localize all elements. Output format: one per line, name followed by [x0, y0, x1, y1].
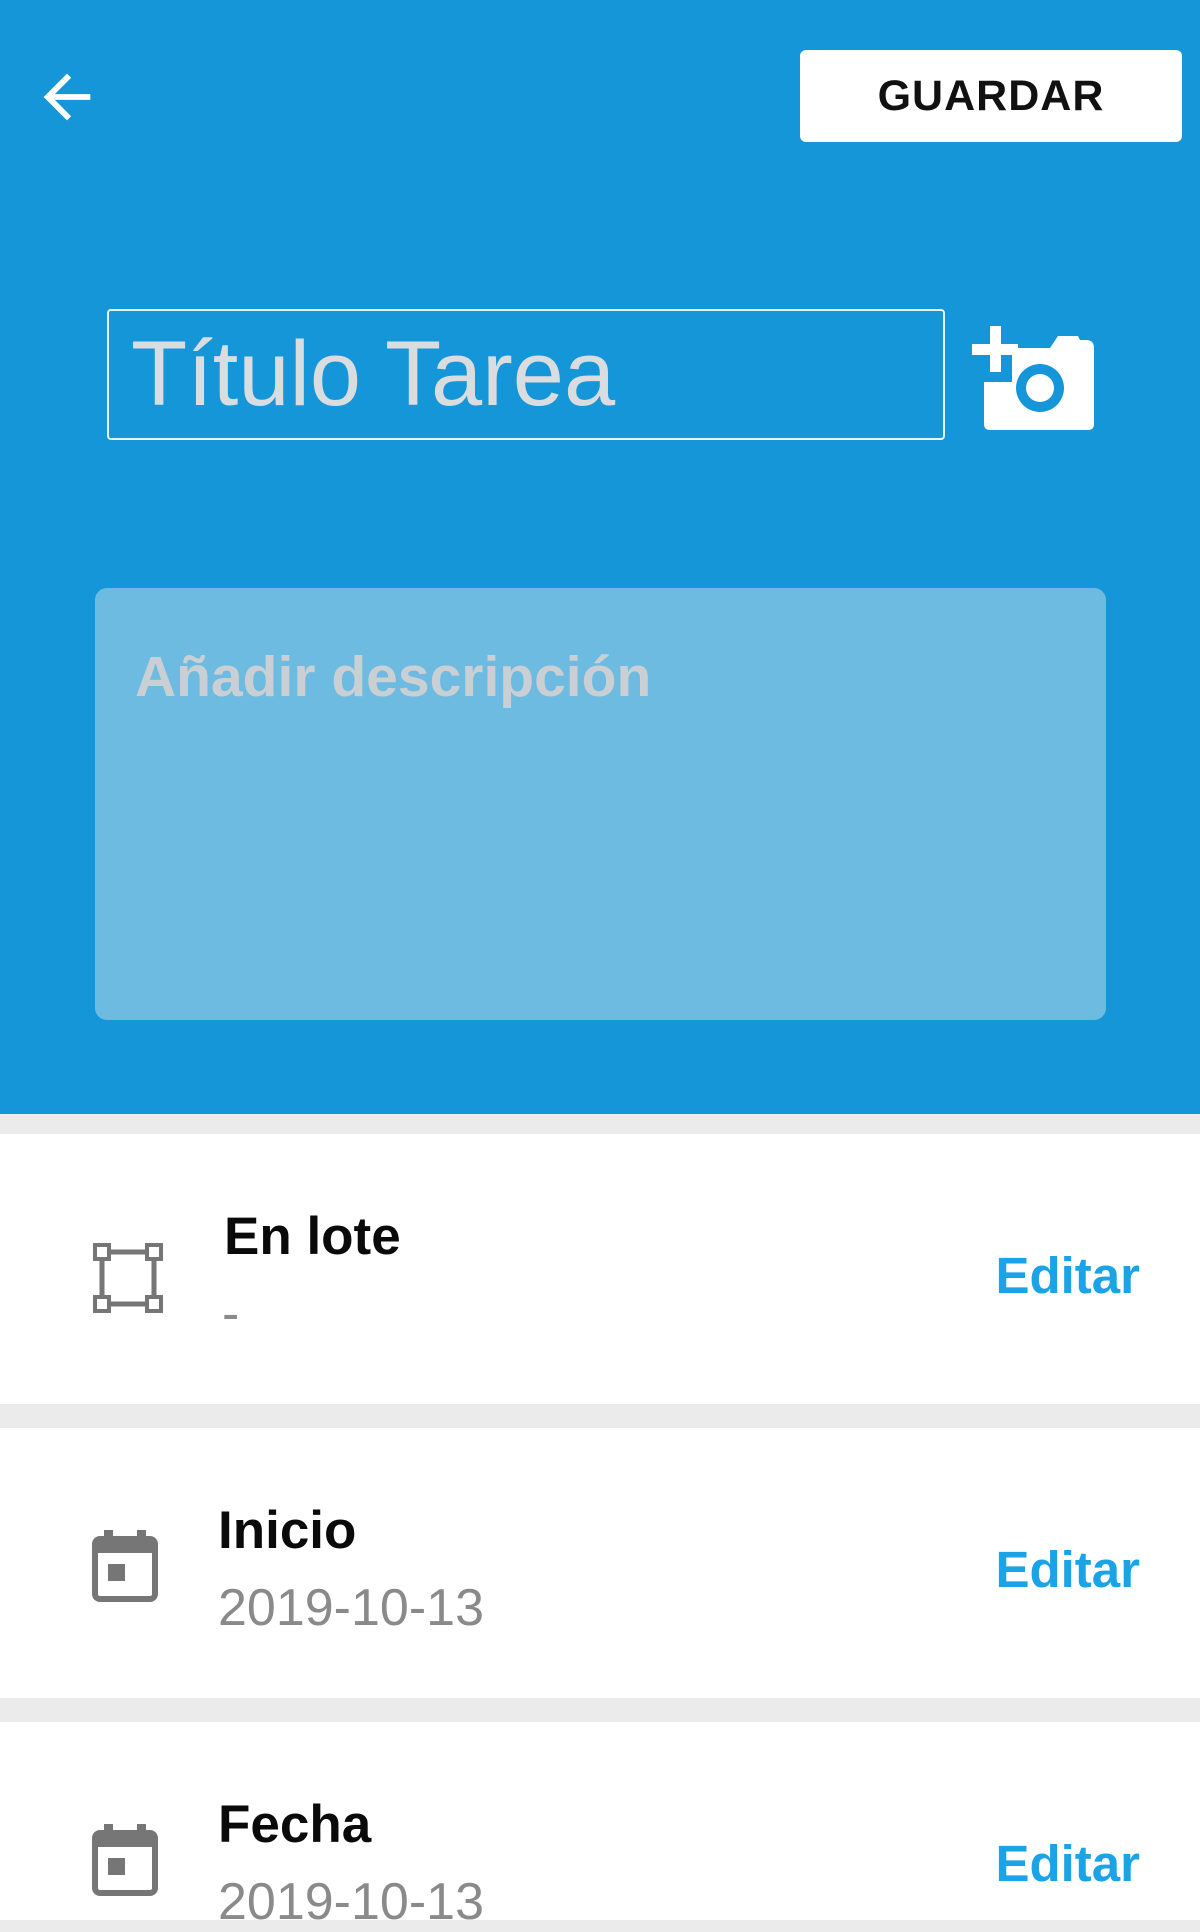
row-value: 2019-10-13 [218, 1873, 484, 1931]
row-title: Inicio [218, 1501, 357, 1560]
calendar-icon [92, 1530, 158, 1602]
row-value: - [222, 1285, 240, 1343]
calendar-icon [92, 1824, 158, 1896]
row-title: En lote [224, 1207, 401, 1266]
list-item-batch[interactable]: En lote - Editar [0, 1134, 1200, 1404]
edit-due-date-link[interactable]: Editar [995, 1834, 1140, 1893]
row-title: Fecha [218, 1795, 372, 1854]
row-value: 2019-10-13 [218, 1579, 484, 1637]
add-photo-button[interactable] [970, 318, 1098, 436]
edit-start-date-link[interactable]: Editar [995, 1540, 1140, 1599]
back-button[interactable] [22, 52, 112, 142]
header-panel: GUARDAR [0, 0, 1200, 1114]
select-area-icon [92, 1242, 164, 1314]
description-textarea[interactable] [95, 588, 1106, 1020]
list-item-due-date[interactable]: Fecha 2019-10-13 Editar [0, 1722, 1200, 1931]
edit-batch-link[interactable]: Editar [995, 1246, 1140, 1305]
arrow-back-icon [43, 73, 91, 121]
task-title-input[interactable] [107, 309, 945, 440]
add-photo-icon [972, 326, 1094, 430]
save-button[interactable]: GUARDAR [800, 50, 1182, 142]
list-item-start-date[interactable]: Inicio 2019-10-13 Editar [0, 1428, 1200, 1698]
